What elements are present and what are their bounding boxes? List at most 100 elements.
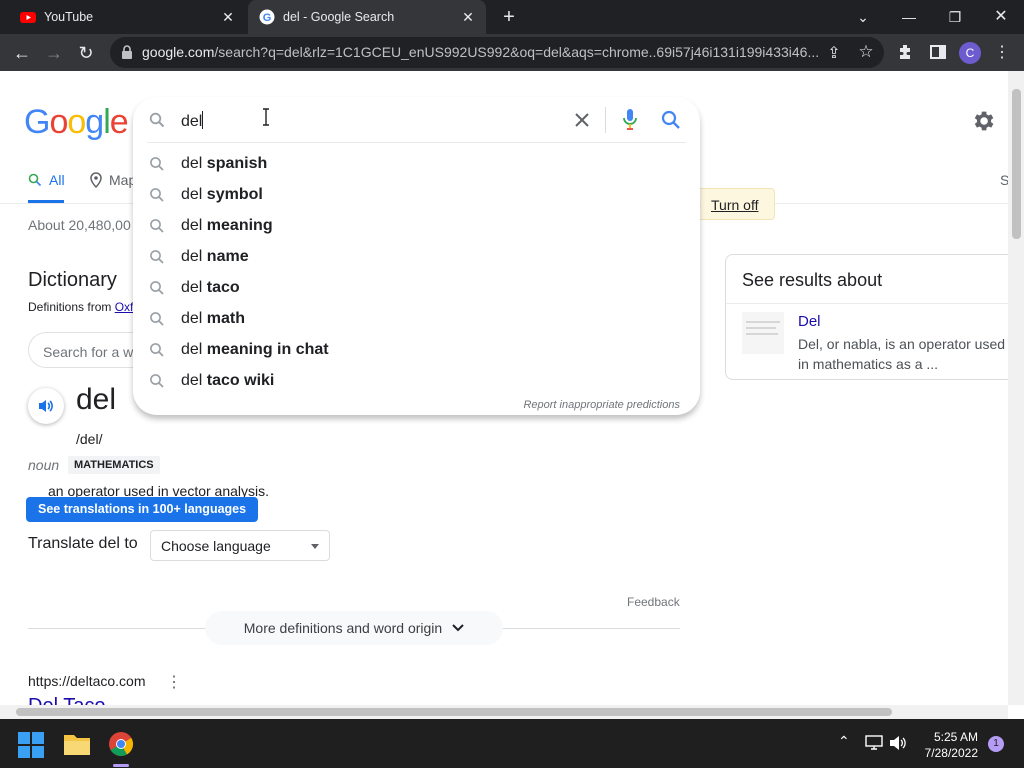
chrome-icon[interactable] [108,731,134,757]
close-window-button[interactable]: ✕ [989,5,1013,29]
back-button[interactable]: ← [11,42,33,64]
scrollbar-thumb[interactable] [16,708,892,716]
oxford-link[interactable]: Oxf [115,300,134,314]
horizontal-scrollbar[interactable] [0,705,1008,719]
search-input[interactable]: del [181,111,204,131]
notification-badge[interactable]: 1 [988,736,1004,752]
settings-gear-icon[interactable] [970,108,996,134]
search-submit-icon[interactable] [661,110,681,130]
suggestion-item[interactable]: del symbol [133,180,700,211]
minimize-button[interactable]: — [897,5,921,29]
suggestion-item[interactable]: del name [133,242,700,273]
restore-button[interactable]: ❐ [943,5,967,29]
tab-title: YouTube [44,10,94,24]
menu-kebab-icon[interactable]: ⋮ [992,42,1012,62]
result-url[interactable]: https://deltaco.com [28,673,146,689]
result-options-icon[interactable]: ⋮ [166,672,182,692]
formula-thumbnail[interactable] [742,312,784,354]
tab-all[interactable]: All [28,172,65,188]
suggestion-prefix: del [181,341,207,358]
result-stats: About 20,480,00 [28,217,131,233]
dictionary-headword: del [76,383,117,416]
url-text: google.com/search?q=del&rlz=1C1GCEU_enUS… [142,44,819,60]
lock-icon [122,45,132,59]
suggestion-completion: math [206,310,246,327]
chevron-up-icon[interactable]: ⌃ [838,733,850,750]
profile-avatar[interactable]: C [959,42,981,64]
tab-google-search[interactable]: G del - Google Search ✕ [248,0,486,34]
search-results-page: Google All Map S About 20,480,00 e Turn … [0,71,1008,705]
phonetic-spelling: /del/ [76,431,103,447]
search-icon [150,250,164,264]
more-definitions-button[interactable]: More definitions and word origin [205,611,503,645]
svg-text:G: G [263,12,272,24]
reload-button[interactable]: ↻ [75,42,97,64]
search-query: del [181,113,203,130]
clear-icon[interactable] [573,111,591,129]
search-icon [150,157,164,171]
feedback-link[interactable]: Feedback [627,595,680,609]
address-bar[interactable]: google.com/search?q=del&rlz=1C1GCEU_enUS… [110,37,884,68]
network-icon[interactable] [865,735,883,751]
share-icon[interactable]: ⇪ [824,43,844,63]
new-tab-button[interactable]: + [498,7,520,27]
knowledge-panel-description: Del, or nabla, is an operator used in ma… [798,336,1006,372]
suggestion-prefix: del [181,372,207,389]
forward-button[interactable]: → [43,42,65,64]
suggestion-prefix: del [181,279,207,296]
tab-search-icon[interactable]: ⌄ [851,5,875,29]
report-predictions-link[interactable]: Report inappropriate predictions [523,399,680,411]
suggestion-completion: name [206,248,249,265]
search-icon [150,281,164,295]
dictionary-title: Dictionary [28,269,117,291]
close-tab-icon[interactable]: ✕ [460,9,476,25]
search-autocomplete: del del spanish del symbol del meaning d… [133,97,700,415]
extensions-icon[interactable] [896,42,916,62]
dictionary-source-label: Definitions from [28,300,115,314]
language-select-value: Choose language [161,538,271,554]
turn-off-link[interactable]: Turn off [711,197,758,213]
side-panel-icon[interactable] [928,42,948,62]
scrollbar-thumb[interactable] [1012,89,1021,239]
dictionary-search-input[interactable]: Search for a w [28,332,148,368]
suggestion-item[interactable]: del spanish [133,149,700,180]
windows-start-icon[interactable] [18,732,44,758]
search-icon [150,343,164,357]
suggestion-completion: meaning in chat [206,341,329,358]
knowledge-panel-link[interactable]: Del [798,313,821,330]
file-explorer-icon[interactable] [63,732,91,756]
search-icon [150,219,164,233]
suggestion-item[interactable]: del meaning [133,211,700,242]
volume-icon[interactable] [889,735,907,751]
language-select[interactable]: Choose language [150,530,330,561]
knowledge-panel-title: See results about [742,270,883,290]
microphone-icon[interactable] [622,108,638,132]
part-of-speech: noun [28,457,60,473]
suggestion-item[interactable]: del meaning in chat [133,335,700,366]
search-icon [150,374,164,388]
system-clock[interactable]: 5:25 AM 7/28/2022 [916,729,978,761]
search-icon [149,112,165,128]
divider [726,303,1008,304]
google-logo[interactable]: Google [24,103,129,142]
suggestion-completion: meaning [206,217,273,234]
see-translations-button[interactable]: See translations in 100+ languages [26,497,259,522]
url-path: /search?q=del&rlz=1C1GCEU_enUS992US992&o… [214,44,820,60]
speaker-icon [39,400,53,412]
suggestion-item[interactable]: del taco [133,273,700,304]
suggestion-item[interactable]: del taco wiki [133,366,700,397]
bookmark-star-icon[interactable]: ☆ [856,42,876,62]
vertical-scrollbar[interactable] [1008,71,1024,705]
result-title[interactable]: Del Taco - ... [28,695,140,705]
dropdown-caret-icon [311,544,319,549]
youtube-icon [20,12,36,23]
pronunciation-button[interactable] [28,388,64,424]
close-tab-icon[interactable]: ✕ [220,9,236,25]
search-icon [28,173,42,187]
clock-date: 7/28/2022 [924,746,978,760]
tab-maps[interactable]: Map [89,172,136,188]
suggestion-item[interactable]: del math [133,304,700,335]
tab-youtube[interactable]: YouTube ✕ [0,0,246,34]
tab-more[interactable]: S [1000,172,1008,188]
browser-toolbar: ← → ↻ google.com/search?q=del&rlz=1C1GCE… [0,34,1024,71]
